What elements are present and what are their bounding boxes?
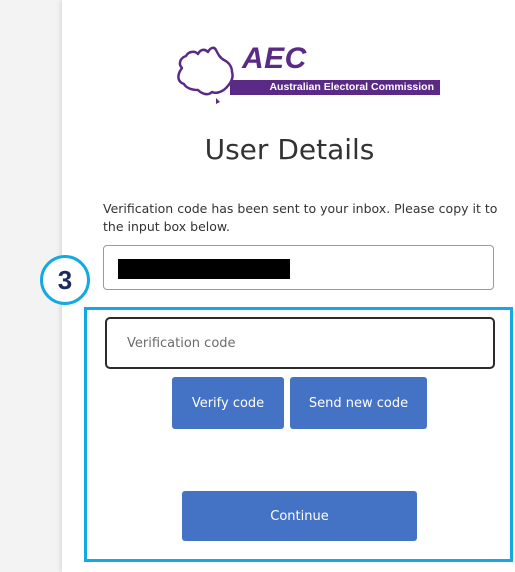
aec-logo: AEC Australian Electoral Commission: [172, 40, 442, 110]
page-title: User Details: [204, 133, 375, 166]
australia-map-icon: [177, 46, 234, 104]
redacted-email-value: [118, 259, 290, 279]
verify-code-button[interactable]: Verify code: [172, 377, 284, 429]
verification-info-text: Verification code has been sent to your …: [103, 201, 498, 234]
email-field[interactable]: [103, 245, 494, 290]
send-new-code-button[interactable]: Send new code: [290, 377, 427, 429]
logo-abbreviation: AEC: [242, 42, 307, 75]
continue-button[interactable]: Continue: [182, 491, 417, 541]
step-number-badge: 3: [40, 255, 90, 305]
verification-code-input[interactable]: [105, 317, 495, 369]
logo-organization-name: Australian Electoral Commission: [230, 80, 440, 95]
